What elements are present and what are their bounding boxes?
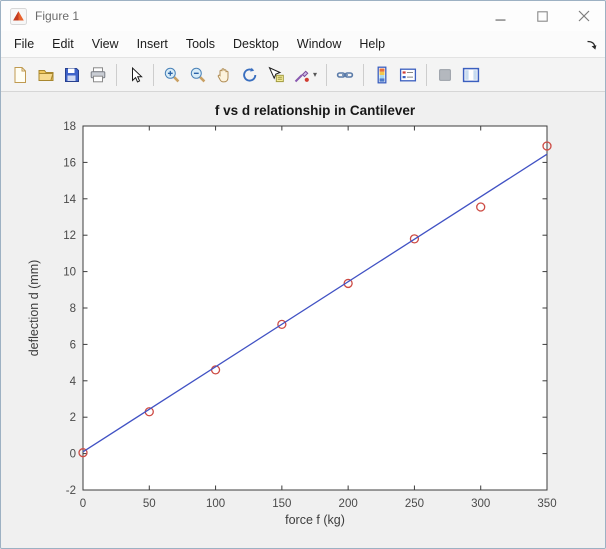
menubar: File Edit View Insert Tools Desktop Wind… bbox=[1, 31, 605, 57]
svg-text:deflection d (mm): deflection d (mm) bbox=[27, 260, 41, 357]
print-figure-icon[interactable] bbox=[85, 62, 111, 88]
link-plot-icon[interactable] bbox=[332, 62, 358, 88]
window-title: Figure 1 bbox=[35, 9, 80, 23]
svg-text:0: 0 bbox=[70, 449, 76, 461]
svg-text:16: 16 bbox=[63, 157, 76, 169]
svg-text:0: 0 bbox=[80, 498, 86, 510]
save-figure-icon[interactable] bbox=[59, 62, 85, 88]
brush-dropdown-caret-icon[interactable]: ▾ bbox=[313, 70, 321, 79]
toolbar-separator bbox=[363, 63, 364, 86]
svg-text:force f (kg): force f (kg) bbox=[285, 513, 345, 527]
svg-text:14: 14 bbox=[63, 194, 76, 206]
maximize-button[interactable] bbox=[521, 1, 563, 31]
svg-text:-2: -2 bbox=[66, 485, 76, 497]
menu-window[interactable]: Window bbox=[288, 33, 350, 55]
close-button[interactable] bbox=[563, 1, 605, 31]
zoom-in-icon[interactable] bbox=[159, 62, 185, 88]
cantilever-plot: 0 50 100 150 200 250 300 350 -2 0 2 4 6 8 10 12 14 16 18 f … bbox=[27, 103, 557, 527]
toolbar-separator bbox=[116, 63, 117, 86]
menu-insert[interactable]: Insert bbox=[128, 33, 177, 55]
svg-text:300: 300 bbox=[471, 498, 490, 510]
toolbar-separator bbox=[326, 63, 327, 86]
menu-edit[interactable]: Edit bbox=[43, 33, 83, 55]
hide-plot-tools-icon[interactable] bbox=[432, 62, 458, 88]
titlebar[interactable]: Figure 1 bbox=[1, 1, 605, 31]
svg-text:50: 50 bbox=[143, 498, 156, 510]
menu-tools[interactable]: Tools bbox=[177, 33, 224, 55]
svg-text:12: 12 bbox=[63, 230, 76, 242]
insert-colorbar-icon[interactable] bbox=[369, 62, 395, 88]
svg-text:6: 6 bbox=[70, 339, 76, 351]
edit-plot-pointer-icon[interactable] bbox=[122, 62, 148, 88]
svg-text:100: 100 bbox=[206, 498, 225, 510]
svg-text:8: 8 bbox=[70, 303, 76, 315]
toolbar-separator bbox=[153, 63, 154, 86]
svg-text:250: 250 bbox=[405, 498, 424, 510]
menu-help[interactable]: Help bbox=[350, 33, 394, 55]
new-figure-icon[interactable] bbox=[7, 62, 33, 88]
figure-toolbar: ▾ bbox=[1, 57, 605, 92]
svg-text:f vs d relationship in Cantile: f vs d relationship in Cantilever bbox=[215, 103, 416, 118]
pan-hand-icon[interactable] bbox=[211, 62, 237, 88]
figure-window: Figure 1 File Edit View Insert Tools Des… bbox=[0, 0, 606, 549]
menu-file[interactable]: File bbox=[5, 33, 43, 55]
svg-text:200: 200 bbox=[339, 498, 358, 510]
menu-view[interactable]: View bbox=[83, 33, 128, 55]
toolbar-separator bbox=[426, 63, 427, 86]
svg-text:2: 2 bbox=[70, 412, 76, 424]
svg-text:10: 10 bbox=[63, 267, 76, 279]
rotate-3d-icon[interactable] bbox=[237, 62, 263, 88]
svg-text:150: 150 bbox=[272, 498, 291, 510]
svg-text:18: 18 bbox=[63, 121, 76, 133]
menu-desktop[interactable]: Desktop bbox=[224, 33, 288, 55]
svg-text:4: 4 bbox=[70, 376, 77, 388]
brush-data-icon[interactable] bbox=[289, 62, 315, 88]
open-file-icon[interactable] bbox=[33, 62, 59, 88]
matlab-logo-icon bbox=[10, 7, 27, 25]
figure-canvas-area: 0 50 100 150 200 250 300 350 -2 0 2 4 6 8 10 12 14 16 18 f … bbox=[1, 92, 605, 548]
dock-figure-arrow-icon[interactable] bbox=[586, 38, 598, 50]
zoom-out-icon[interactable] bbox=[185, 62, 211, 88]
minimize-button[interactable] bbox=[479, 1, 521, 31]
data-cursor-icon[interactable] bbox=[263, 62, 289, 88]
svg-text:350: 350 bbox=[537, 498, 556, 510]
show-plot-tools-icon[interactable] bbox=[458, 62, 484, 88]
insert-legend-icon[interactable] bbox=[395, 62, 421, 88]
